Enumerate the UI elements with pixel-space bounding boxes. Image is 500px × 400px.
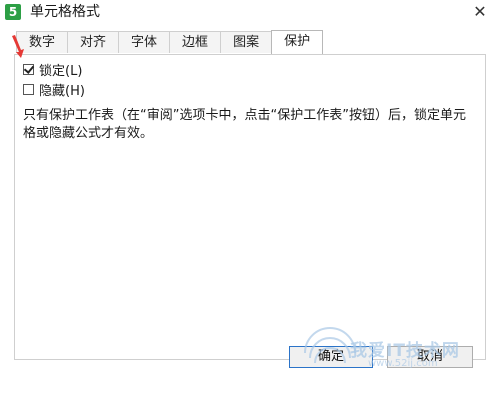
protection-panel: 锁定(L) 隐藏(H) 只有保护工作表（在“审阅”选项卡中，点击“保护工作表”按…: [14, 54, 486, 360]
tab-protection[interactable]: 保护: [271, 30, 324, 54]
protection-note: 只有保护工作表（在“审阅”选项卡中，点击“保护工作表”按钮）后，锁定单元格或隐藏…: [23, 108, 466, 141]
close-button[interactable]: ✕: [470, 2, 490, 22]
hidden-checkbox-row[interactable]: 隐藏(H): [23, 80, 85, 99]
close-icon: ✕: [473, 2, 487, 21]
locked-checkbox-row[interactable]: 锁定(L): [23, 60, 83, 79]
cancel-button[interactable]: 取消: [387, 346, 473, 368]
title-bar: 5 单元格格式 ✕: [0, 0, 500, 25]
locked-label: 锁定(L): [39, 63, 83, 79]
tab-alignment[interactable]: 对齐: [67, 31, 120, 53]
app-icon: 5: [5, 4, 21, 20]
dialog-title: 单元格格式: [30, 4, 100, 20]
dialog-body: 数字 对齐 字体 边框 图案 保护 锁定(L) 隐藏(H) 只有保护工作表（在“…: [0, 24, 500, 400]
red-arrow-icon: [12, 35, 24, 58]
tab-bar: 数字 对齐 字体 边框 图案 保护: [16, 30, 324, 54]
locked-checkbox[interactable]: [23, 63, 34, 75]
ok-button[interactable]: 确定: [289, 346, 373, 368]
tab-border[interactable]: 边框: [169, 31, 222, 53]
tab-font[interactable]: 字体: [118, 31, 171, 53]
hidden-checkbox[interactable]: [23, 83, 34, 95]
cancel-button-label: 取消: [416, 349, 443, 364]
tab-pattern[interactable]: 图案: [220, 31, 273, 53]
ok-button-label: 确定: [317, 349, 344, 364]
hidden-label: 隐藏(H): [39, 83, 85, 99]
